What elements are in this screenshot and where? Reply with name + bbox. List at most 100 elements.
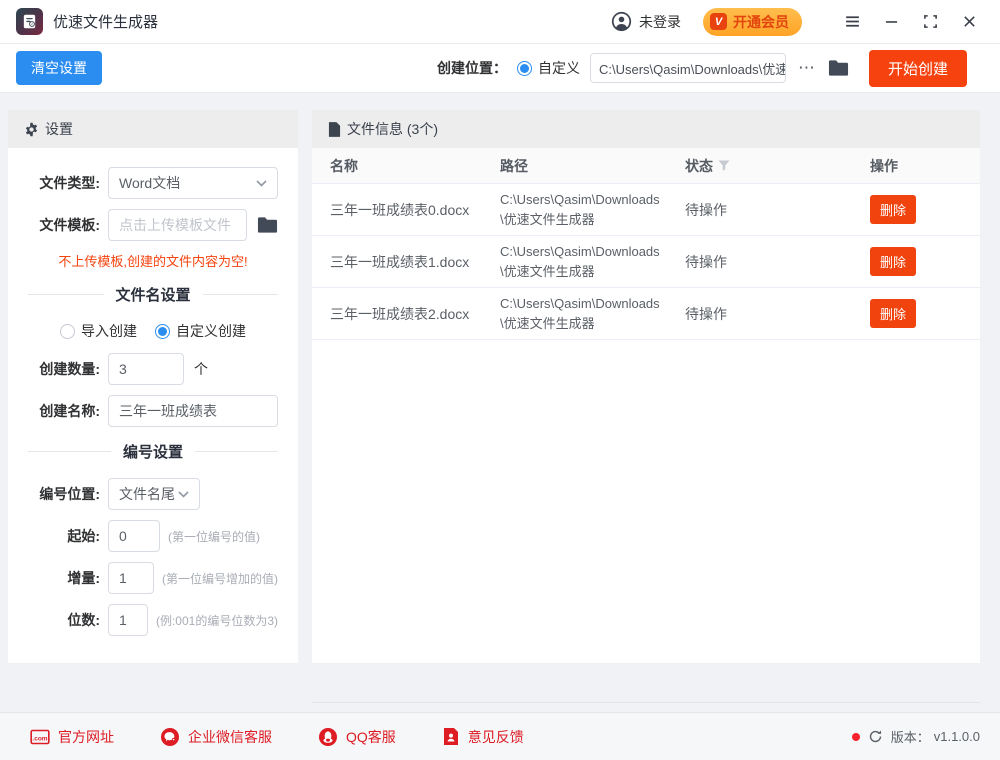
- template-label: 文件模板:: [28, 215, 100, 235]
- files-panel-title: 文件信息 (3个): [347, 119, 438, 139]
- menu-icon[interactable]: [837, 7, 867, 37]
- file-name: 三年一班成绩表1.docx: [330, 252, 500, 272]
- create-count-row: 创建数量: 3 个: [28, 353, 278, 385]
- website-icon: .com: [30, 727, 50, 747]
- login-status[interactable]: 未登录: [639, 12, 681, 32]
- chevron-down-icon: [178, 491, 189, 498]
- number-position-select[interactable]: 文件名尾: [108, 478, 200, 510]
- title-bar: 优速文件生成器 未登录 V 开通会员: [0, 0, 1000, 44]
- import-create-radio[interactable]: 导入创建: [60, 321, 137, 341]
- wechat-service-link[interactable]: 企业微信客服: [160, 727, 272, 747]
- column-status: 状态: [685, 156, 870, 176]
- filename-section-title: 文件名设置: [116, 284, 191, 305]
- digits-input[interactable]: 1: [108, 604, 148, 636]
- qq-service-label: QQ客服: [346, 727, 396, 747]
- official-website-link[interactable]: .com 官方网址: [30, 727, 114, 747]
- number-position-label: 编号位置:: [28, 484, 100, 504]
- files-panel: 文件信息 (3个) 名称 路径 状态 操作 三年一班成绩表0.docx C:\U…: [312, 110, 980, 663]
- open-vip-button[interactable]: V 开通会员: [703, 8, 802, 36]
- file-name: 三年一班成绩表0.docx: [330, 200, 500, 220]
- filename-section-divider: 文件名设置: [28, 284, 278, 305]
- wechat-service-label: 企业微信客服: [188, 727, 272, 747]
- increment-row: 增量: 1 (第一位编号增加的值): [28, 562, 278, 594]
- feedback-link[interactable]: 意见反馈: [442, 727, 524, 747]
- custom-create-label: 自定义创建: [176, 321, 246, 341]
- numbering-section-divider: 编号设置: [28, 441, 278, 462]
- column-name: 名称: [330, 156, 500, 176]
- minimize-button[interactable]: [876, 7, 906, 37]
- table-header: 名称 路径 状态 操作: [312, 148, 980, 184]
- official-website-label: 官方网址: [58, 727, 114, 747]
- clear-settings-button[interactable]: 清空设置: [16, 51, 102, 85]
- delete-button[interactable]: 删除: [870, 299, 916, 328]
- create-name-label: 创建名称:: [28, 401, 100, 421]
- start-number-label: 起始:: [28, 526, 100, 546]
- create-count-suffix: 个: [194, 359, 208, 379]
- template-folder-icon[interactable]: [257, 216, 278, 234]
- create-mode-group: 导入创建 自定义创建: [28, 321, 278, 341]
- create-name-input[interactable]: 三年一班成绩表: [108, 395, 278, 427]
- settings-form: 文件类型: Word文档 文件模板: 点击上传模板文件 不上传模板,创建的文件内…: [8, 148, 298, 636]
- file-name: 三年一班成绩表2.docx: [330, 304, 500, 324]
- file-type-select[interactable]: Word文档: [108, 167, 278, 199]
- file-type-row: 文件类型: Word文档: [28, 167, 278, 199]
- import-create-label: 导入创建: [81, 321, 137, 341]
- custom-create-radio[interactable]: 自定义创建: [155, 321, 246, 341]
- more-options-icon[interactable]: ⋯: [796, 58, 818, 78]
- start-number-hint: (第一位编号的值): [168, 528, 260, 545]
- login-area[interactable]: 未登录: [611, 11, 681, 32]
- files-panel-header: 文件信息 (3个): [312, 110, 980, 148]
- numbering-section-title: 编号设置: [123, 441, 183, 462]
- qq-service-link[interactable]: QQ客服: [318, 727, 396, 747]
- radio-unselected-icon[interactable]: [60, 324, 75, 339]
- create-location-label: 创建位置：: [437, 58, 507, 78]
- app-logo-icon: [16, 8, 43, 35]
- file-path: C:\Users\Qasim\Downloads\优速文件生成器: [500, 184, 685, 235]
- version-label: 版本：: [891, 727, 930, 746]
- file-status: 待操作: [685, 200, 870, 220]
- browse-folder-icon[interactable]: [828, 59, 849, 77]
- filter-icon[interactable]: [718, 160, 730, 171]
- delete-button[interactable]: 删除: [870, 247, 916, 276]
- delete-button[interactable]: 删除: [870, 195, 916, 224]
- number-position-row: 编号位置: 文件名尾: [28, 478, 278, 510]
- create-name-row: 创建名称: 三年一班成绩表: [28, 395, 278, 427]
- radio-selected-icon[interactable]: [155, 324, 170, 339]
- create-count-input[interactable]: 3: [108, 353, 184, 385]
- toolbar: 清空设置 创建位置： 自定义 C:\Users\Qasim\Downloads\…: [0, 44, 1000, 93]
- qq-icon: [318, 727, 338, 747]
- number-position-value: 文件名尾: [119, 484, 175, 504]
- custom-location-radio[interactable]: 自定义: [517, 58, 580, 78]
- create-count-label: 创建数量:: [28, 359, 100, 379]
- increment-label: 增量:: [28, 568, 100, 588]
- output-path-input[interactable]: C:\Users\Qasim\Downloads\优速文件生成器: [590, 53, 786, 83]
- table-row: 三年一班成绩表2.docx C:\Users\Qasim\Downloads\优…: [312, 288, 980, 340]
- digits-label: 位数:: [28, 610, 100, 630]
- gear-icon: [24, 122, 39, 137]
- feedback-label: 意见反馈: [468, 727, 524, 747]
- user-avatar-icon: [611, 11, 632, 32]
- maximize-button[interactable]: [915, 7, 945, 37]
- file-status: 待操作: [685, 304, 870, 324]
- template-placeholder: 点击上传模板文件: [119, 215, 231, 235]
- file-type-label: 文件类型:: [28, 173, 100, 193]
- start-number-input[interactable]: 0: [108, 520, 160, 552]
- start-create-button[interactable]: 开始创建: [869, 50, 967, 87]
- digits-hint: (例:001的编号位数为3): [156, 612, 278, 629]
- column-status-label: 状态: [685, 156, 713, 176]
- wechat-icon: [160, 727, 180, 747]
- digits-row: 位数: 1 (例:001的编号位数为3): [28, 604, 278, 636]
- refresh-icon[interactable]: [868, 729, 883, 744]
- close-button[interactable]: [954, 7, 984, 37]
- increment-input[interactable]: 1: [108, 562, 154, 594]
- template-warning-text: 不上传模板,创建的文件内容为空!: [28, 251, 278, 270]
- app-title: 优速文件生成器: [53, 11, 158, 32]
- version-area: 版本： v1.1.0.0: [852, 727, 980, 746]
- feedback-icon: [442, 727, 460, 746]
- create-location-group: 创建位置： 自定义 C:\Users\Qasim\Downloads\优速文件生…: [437, 50, 967, 87]
- table-row: 三年一班成绩表0.docx C:\Users\Qasim\Downloads\优…: [312, 184, 980, 236]
- template-upload-input[interactable]: 点击上传模板文件: [108, 209, 247, 241]
- version-value: v1.1.0.0: [934, 729, 980, 744]
- radio-selected-icon[interactable]: [517, 61, 532, 76]
- file-path: C:\Users\Qasim\Downloads\优速文件生成器: [500, 236, 685, 287]
